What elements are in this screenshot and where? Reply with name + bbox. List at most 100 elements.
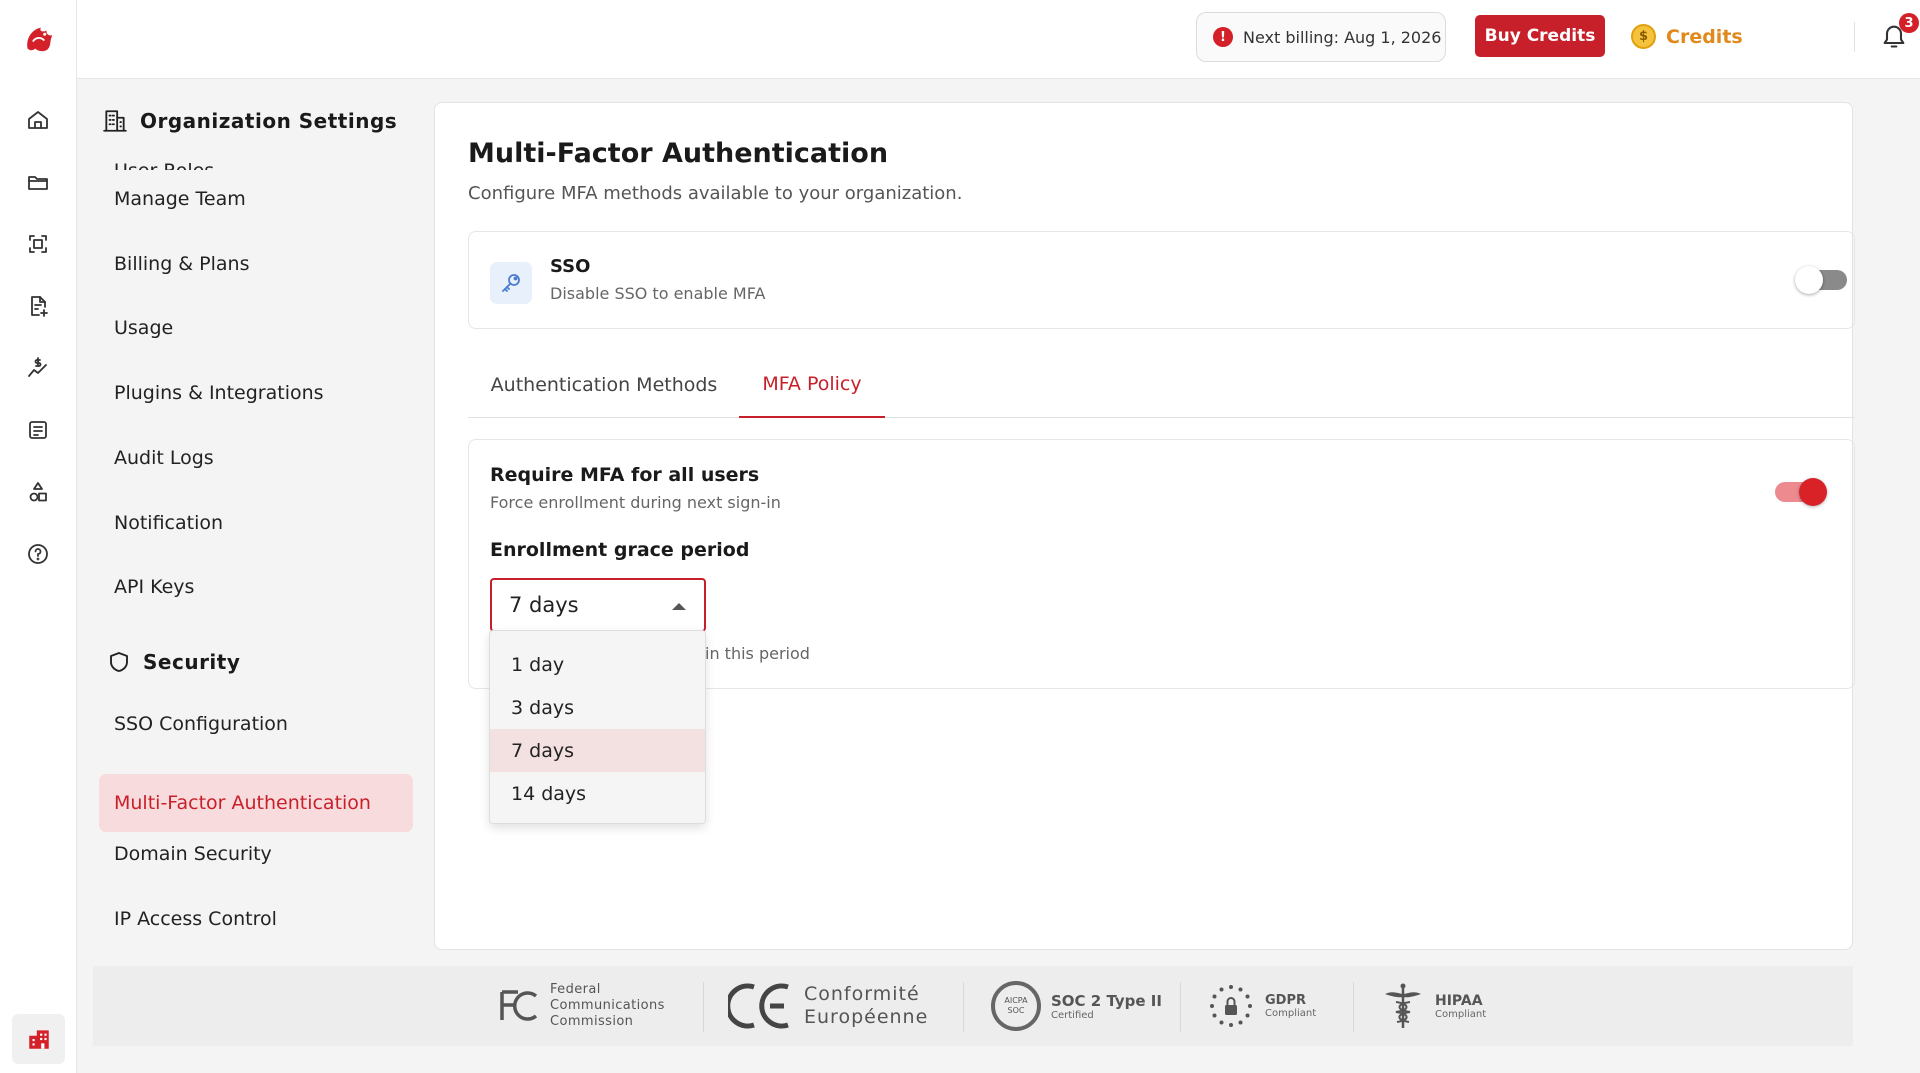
next-billing-pill[interactable]: ! Next billing: Aug 1, 2026 bbox=[1196, 12, 1446, 62]
mfa-tabs: Authentication Methods MFA Policy bbox=[468, 351, 1855, 418]
sso-toggle[interactable] bbox=[1795, 266, 1847, 294]
fcc-line: Communications bbox=[550, 998, 665, 1013]
sidebar-item-label: Domain Security bbox=[114, 843, 272, 865]
ce-mark-icon bbox=[728, 983, 789, 1029]
notification-badge: 3 bbox=[1899, 13, 1919, 33]
page-title: Multi-Factor Authentication bbox=[468, 138, 889, 169]
soc2-subtitle: Certified bbox=[1051, 1009, 1094, 1021]
sso-description: Disable SSO to enable MFA bbox=[550, 284, 766, 303]
page-subtitle: Configure MFA methods available to your … bbox=[468, 183, 963, 204]
settings-sidebar: Organization Settings User Roles Manage … bbox=[77, 80, 417, 960]
sidebar-item-sso-configuration[interactable]: SSO Configuration bbox=[99, 695, 413, 753]
aicpa-seal-text: SOC bbox=[1007, 1006, 1025, 1015]
security-title: Security bbox=[143, 650, 241, 674]
tab-mfa-policy[interactable]: MFA Policy bbox=[739, 351, 885, 418]
sidebar-item-label: IP Access Control bbox=[114, 908, 277, 930]
caret-up-icon bbox=[672, 603, 686, 610]
footer-separator bbox=[1180, 982, 1181, 1032]
top-bar: ! Next billing: Aug 1, 2026 Buy Credits … bbox=[77, 0, 1920, 79]
sidebar-item-label: SSO Configuration bbox=[114, 713, 288, 735]
require-mfa-title: Require MFA for all users bbox=[490, 464, 760, 486]
grace-period-value: 7 days bbox=[509, 593, 579, 617]
next-billing-text: Next billing: Aug 1, 2026 bbox=[1243, 27, 1442, 47]
credits-button[interactable]: $ Credits bbox=[1631, 24, 1743, 49]
sidebar-item-label: Usage bbox=[114, 317, 174, 339]
list-icon[interactable] bbox=[24, 416, 52, 444]
sidebar-item-manage-team[interactable]: Manage Team bbox=[99, 170, 413, 228]
cost-trend-icon[interactable] bbox=[24, 354, 52, 382]
sidebar-item-domain-security[interactable]: Domain Security bbox=[99, 825, 413, 883]
shapes-icon[interactable] bbox=[24, 478, 52, 506]
folder-icon[interactable] bbox=[24, 168, 52, 196]
aicpa-seal-icon: AICPA SOC bbox=[991, 981, 1041, 1031]
fcc-line: Federal bbox=[550, 982, 601, 997]
hipaa-subtitle: Compliant bbox=[1435, 1008, 1487, 1020]
caduceus-icon bbox=[1385, 983, 1421, 1028]
footer-separator bbox=[1353, 982, 1354, 1032]
sidebar-item-billing[interactable]: Billing & Plans bbox=[99, 235, 413, 293]
sidebar-item-label: Billing & Plans bbox=[114, 253, 250, 275]
icon-rail bbox=[0, 0, 77, 1073]
brand-logo-icon[interactable] bbox=[20, 20, 58, 58]
ce-line: Conformité bbox=[804, 983, 920, 1005]
document-add-icon[interactable] bbox=[24, 292, 52, 320]
sidebar-item-label: Multi-Factor Authentication bbox=[114, 792, 371, 814]
fcc-logo-icon bbox=[500, 990, 538, 1021]
toggle-knob bbox=[1799, 478, 1827, 506]
footer-separator bbox=[703, 982, 704, 1032]
sidebar-item-usage[interactable]: Usage bbox=[99, 299, 413, 357]
aicpa-seal-text: AICPA bbox=[1004, 996, 1028, 1005]
organization-settings-header: Organization Settings bbox=[102, 108, 397, 134]
sidebar-item-label: Plugins & Integrations bbox=[114, 382, 324, 404]
shield-icon bbox=[110, 652, 128, 672]
building-icon bbox=[103, 110, 127, 132]
scan-icon[interactable] bbox=[24, 230, 52, 258]
buy-credits-button[interactable]: Buy Credits bbox=[1475, 15, 1605, 57]
gdpr-subtitle: Compliant bbox=[1265, 1008, 1317, 1019]
ce-line: Européenne bbox=[804, 1006, 929, 1028]
option-3-days[interactable]: 3 days bbox=[490, 686, 705, 729]
help-circle-icon[interactable] bbox=[24, 540, 52, 568]
require-mfa-toggle[interactable] bbox=[1775, 478, 1827, 506]
sidebar-item-api-keys[interactable]: API Keys bbox=[99, 558, 413, 616]
grace-period-label: Enrollment grace period bbox=[490, 539, 750, 561]
sidebar-item-label: Audit Logs bbox=[114, 447, 214, 469]
key-icon bbox=[490, 262, 532, 304]
organization-icon[interactable] bbox=[12, 1014, 65, 1064]
sidebar-item-label: Notification bbox=[114, 512, 224, 534]
gdpr-badge: GDPR Compliant bbox=[1207, 978, 1316, 1034]
grace-period-select[interactable]: 7 days bbox=[490, 578, 706, 632]
sidebar-item-plugins[interactable]: Plugins & Integrations bbox=[99, 364, 413, 422]
hipaa-title: HIPAA bbox=[1435, 992, 1483, 1009]
security-section-header: Security bbox=[107, 650, 240, 674]
tab-authentication-methods[interactable]: Authentication Methods bbox=[468, 351, 740, 418]
sidebar-item-audit-logs[interactable]: Audit Logs bbox=[99, 429, 413, 487]
topbar-divider bbox=[1854, 22, 1855, 52]
footer-separator bbox=[963, 982, 964, 1032]
toggle-knob bbox=[1795, 266, 1823, 294]
compliance-footer: Federal Communications Commission Confor… bbox=[93, 966, 1853, 1046]
coin-icon: $ bbox=[1631, 24, 1656, 49]
sidebar-item-multi-factor-authentication[interactable]: Multi-Factor Authentication bbox=[99, 774, 413, 832]
ce-badge: Conformité Européenne bbox=[728, 978, 928, 1034]
option-14-days[interactable]: 14 days bbox=[490, 772, 705, 815]
grace-period-helper: in this period bbox=[705, 644, 810, 663]
option-7-days[interactable]: 7 days bbox=[490, 729, 705, 772]
gdpr-title: GDPR bbox=[1265, 993, 1306, 1008]
organization-settings-title: Organization Settings bbox=[140, 109, 398, 133]
sidebar-item-user-roles[interactable]: User Roles bbox=[99, 140, 413, 170]
grace-period-dropdown: 1 day 3 days 7 days 14 days bbox=[489, 630, 706, 824]
option-1-day[interactable]: 1 day bbox=[490, 643, 705, 686]
eu-stars-lock-icon bbox=[1210, 985, 1252, 1027]
fcc-line: Commission bbox=[550, 1014, 634, 1029]
require-mfa-description: Force enrollment during next sign-in bbox=[490, 493, 781, 512]
sso-title: SSO bbox=[550, 256, 591, 277]
sidebar-item-label: API Keys bbox=[114, 576, 195, 598]
hipaa-badge: HIPAA Compliant bbox=[1381, 978, 1486, 1034]
info-icon: ! bbox=[1213, 27, 1233, 47]
soc2-title: SOC 2 Type II bbox=[1051, 991, 1162, 1010]
credits-label: Credits bbox=[1666, 25, 1743, 48]
sidebar-item-ip-access-control[interactable]: IP Access Control bbox=[99, 890, 413, 948]
sidebar-item-notification[interactable]: Notification bbox=[99, 494, 413, 552]
home-icon[interactable] bbox=[24, 106, 52, 134]
